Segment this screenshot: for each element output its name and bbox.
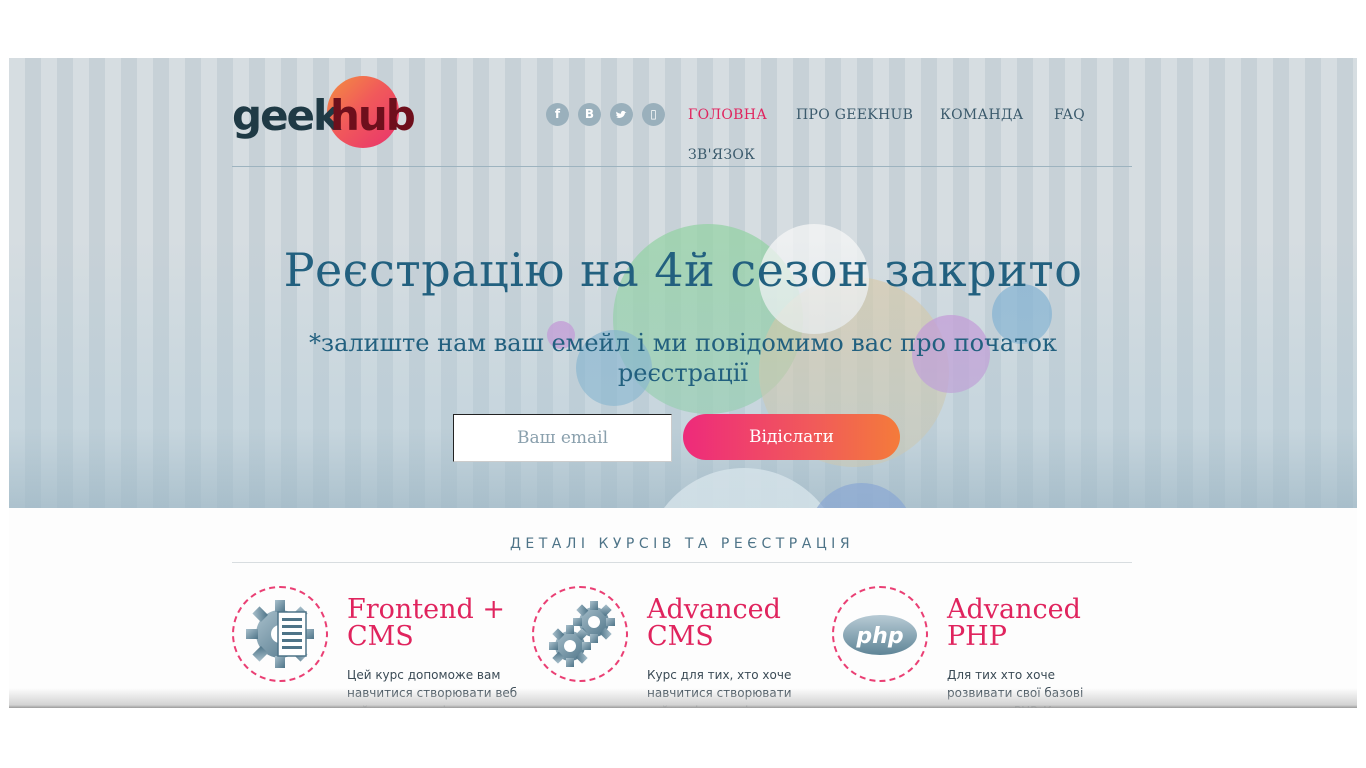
logo-hub-text: hub	[330, 91, 416, 140]
gears-icon	[549, 601, 615, 667]
bottom-shadow	[9, 688, 1357, 708]
course-title: Frontend + CMS	[347, 594, 505, 652]
php-logo-icon: php	[843, 615, 917, 655]
nav-item-faq[interactable]: FAQ	[1054, 107, 1085, 123]
geekhub-logo[interactable]: geek hub	[232, 76, 416, 148]
decorative-bubble	[644, 468, 844, 508]
vkontakte-icon[interactable]: B	[578, 103, 601, 126]
hero-section: geek hub f B ▯ ГОЛОВНА ПРО GEEKHUB КОМАН…	[9, 58, 1357, 508]
nav-item-about[interactable]: ПРО GEEKHUB	[796, 107, 913, 123]
nav-item-home[interactable]: ГОЛОВНА	[688, 107, 767, 123]
course-title: Advanced CMS	[647, 594, 781, 652]
youtube-icon[interactable]: ▯	[642, 103, 665, 126]
course-icon-circle	[532, 586, 628, 682]
decorative-bubble	[809, 483, 914, 508]
hero-title: Реєстрацію на 4й сезон закрито	[283, 243, 1083, 297]
page-frame: geek hub f B ▯ ГОЛОВНА ПРО GEEKHUB КОМАН…	[9, 58, 1357, 708]
svg-text:php: php	[855, 624, 903, 649]
twitter-icon[interactable]	[610, 103, 633, 126]
hero-subtitle: *залиште нам ваш емейл і ми повідомимо в…	[309, 329, 1057, 387]
nav-item-team[interactable]: КОМАНДА	[940, 107, 1024, 123]
logo-geek-text: geek	[232, 91, 341, 140]
site-header: geek hub f B ▯ ГОЛОВНА ПРО GEEKHUB КОМАН…	[232, 58, 1132, 167]
nav-item-contact[interactable]: ЗВ'ЯЗОК	[688, 147, 755, 163]
course-icon-circle: php	[832, 586, 928, 682]
submit-button[interactable]: Відіслати	[683, 414, 900, 460]
email-input[interactable]	[453, 414, 672, 462]
section-divider	[232, 562, 1132, 563]
facebook-icon[interactable]: f	[546, 103, 569, 126]
course-icon-circle	[232, 586, 328, 682]
gear-document-icon	[246, 600, 314, 668]
courses-section-title: ДЕТАЛІ КУРСІВ ТА РЕЄСТРАЦІЯ	[509, 536, 855, 552]
course-title: Advanced PHP	[947, 594, 1081, 652]
